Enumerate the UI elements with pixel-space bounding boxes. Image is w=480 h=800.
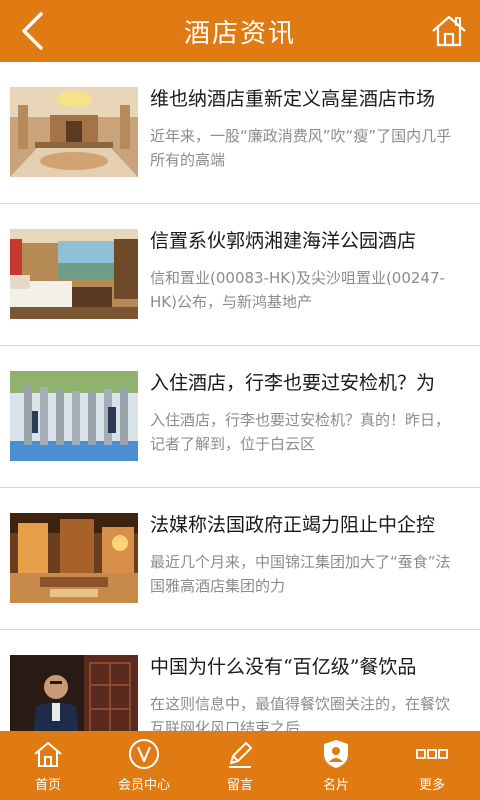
home-icon bbox=[432, 15, 466, 47]
article-thumbnail-hotel-room bbox=[10, 229, 138, 319]
article-item[interactable]: 中国为什么没有“百亿级”餐饮品 在这则信息中，最值得餐饮圈关注的，在餐饮互联网化… bbox=[0, 630, 480, 731]
card-icon bbox=[324, 740, 348, 768]
article-title: 法媒称法国政府正竭力阻止中企控 bbox=[150, 514, 436, 536]
tab-more[interactable]: 更多 bbox=[384, 731, 480, 800]
article-thumbnail-security-gates bbox=[10, 371, 138, 461]
article-summary: 入住酒店，行李也要过安检机？真的！昨日，记者了解到，位于白云区 bbox=[150, 411, 451, 453]
tab-label: 名片 bbox=[322, 778, 349, 793]
tab-member-center[interactable]: 会员中心 bbox=[96, 731, 192, 800]
top-bar: 酒店资讯 bbox=[0, 0, 480, 62]
article-thumbnail-restaurant-man bbox=[10, 655, 138, 731]
article-title: 维也纳酒店重新定义高星酒店市场 bbox=[150, 88, 436, 110]
article-summary: 信和置业(00083-HK)及尖沙咀置业(00247-HK)公布，与新鸿基地产 bbox=[150, 269, 445, 311]
pencil-icon bbox=[229, 742, 252, 768]
article-thumbnail-hotel-interior bbox=[10, 513, 138, 603]
article-title: 入住酒店，行李也要过安检机？为 bbox=[150, 372, 436, 394]
tab-home[interactable]: 首页 bbox=[0, 731, 96, 800]
article-item[interactable]: 入住酒店，行李也要过安检机？为 入住酒店，行李也要过安检机？真的！昨日，记者了解… bbox=[0, 346, 480, 488]
article-title: 信置系伙郭炳湘建海洋公园酒店 bbox=[150, 230, 417, 252]
page-title: 酒店资讯 bbox=[183, 18, 296, 49]
article-thumbnail-hotel-lobby bbox=[10, 87, 138, 177]
back-arrow-icon bbox=[22, 12, 43, 50]
home-button[interactable] bbox=[426, 8, 472, 54]
back-button[interactable] bbox=[10, 8, 54, 54]
article-summary: 在这则信息中，最值得餐饮圈关注的，在餐饮互联网化风口结束之后 bbox=[150, 695, 451, 731]
article-summary: 近年来，一股“廉政消费风”吹“瘦”了国内几乎所有的高端 bbox=[150, 127, 452, 169]
bottom-tab-bar: 首页 会员中心 留言 名片 更多 bbox=[0, 731, 480, 800]
article-title: 中国为什么没有“百亿级”餐饮品 bbox=[150, 656, 417, 678]
tab-business-card[interactable]: 名片 bbox=[288, 731, 384, 800]
tab-label: 首页 bbox=[34, 778, 61, 793]
article-item[interactable]: 信置系伙郭炳湘建海洋公园酒店 信和置业(00083-HK)及尖沙咀置业(0024… bbox=[0, 204, 480, 346]
home-icon bbox=[34, 742, 62, 767]
article-item[interactable]: 法媒称法国政府正竭力阻止中企控 最近几个月来，中国锦江集团加大了“蚕食”法国雅高… bbox=[0, 488, 480, 630]
tab-label: 会员中心 bbox=[117, 778, 170, 793]
article-list: 维也纳酒店重新定义高星酒店市场 近年来，一股“廉政消费风”吹“瘦”了国内几乎所有… bbox=[0, 62, 480, 731]
member-icon bbox=[129, 739, 159, 769]
article-summary: 最近几个月来，中国锦江集团加大了“蚕食”法国雅高酒店集团的力 bbox=[150, 553, 451, 595]
more-icon bbox=[416, 749, 448, 759]
tab-message[interactable]: 留言 bbox=[192, 731, 288, 800]
tab-label: 更多 bbox=[418, 778, 445, 793]
article-item[interactable]: 维也纳酒店重新定义高星酒店市场 近年来，一股“廉政消费风”吹“瘦”了国内几乎所有… bbox=[0, 62, 480, 204]
tab-label: 留言 bbox=[226, 778, 253, 793]
